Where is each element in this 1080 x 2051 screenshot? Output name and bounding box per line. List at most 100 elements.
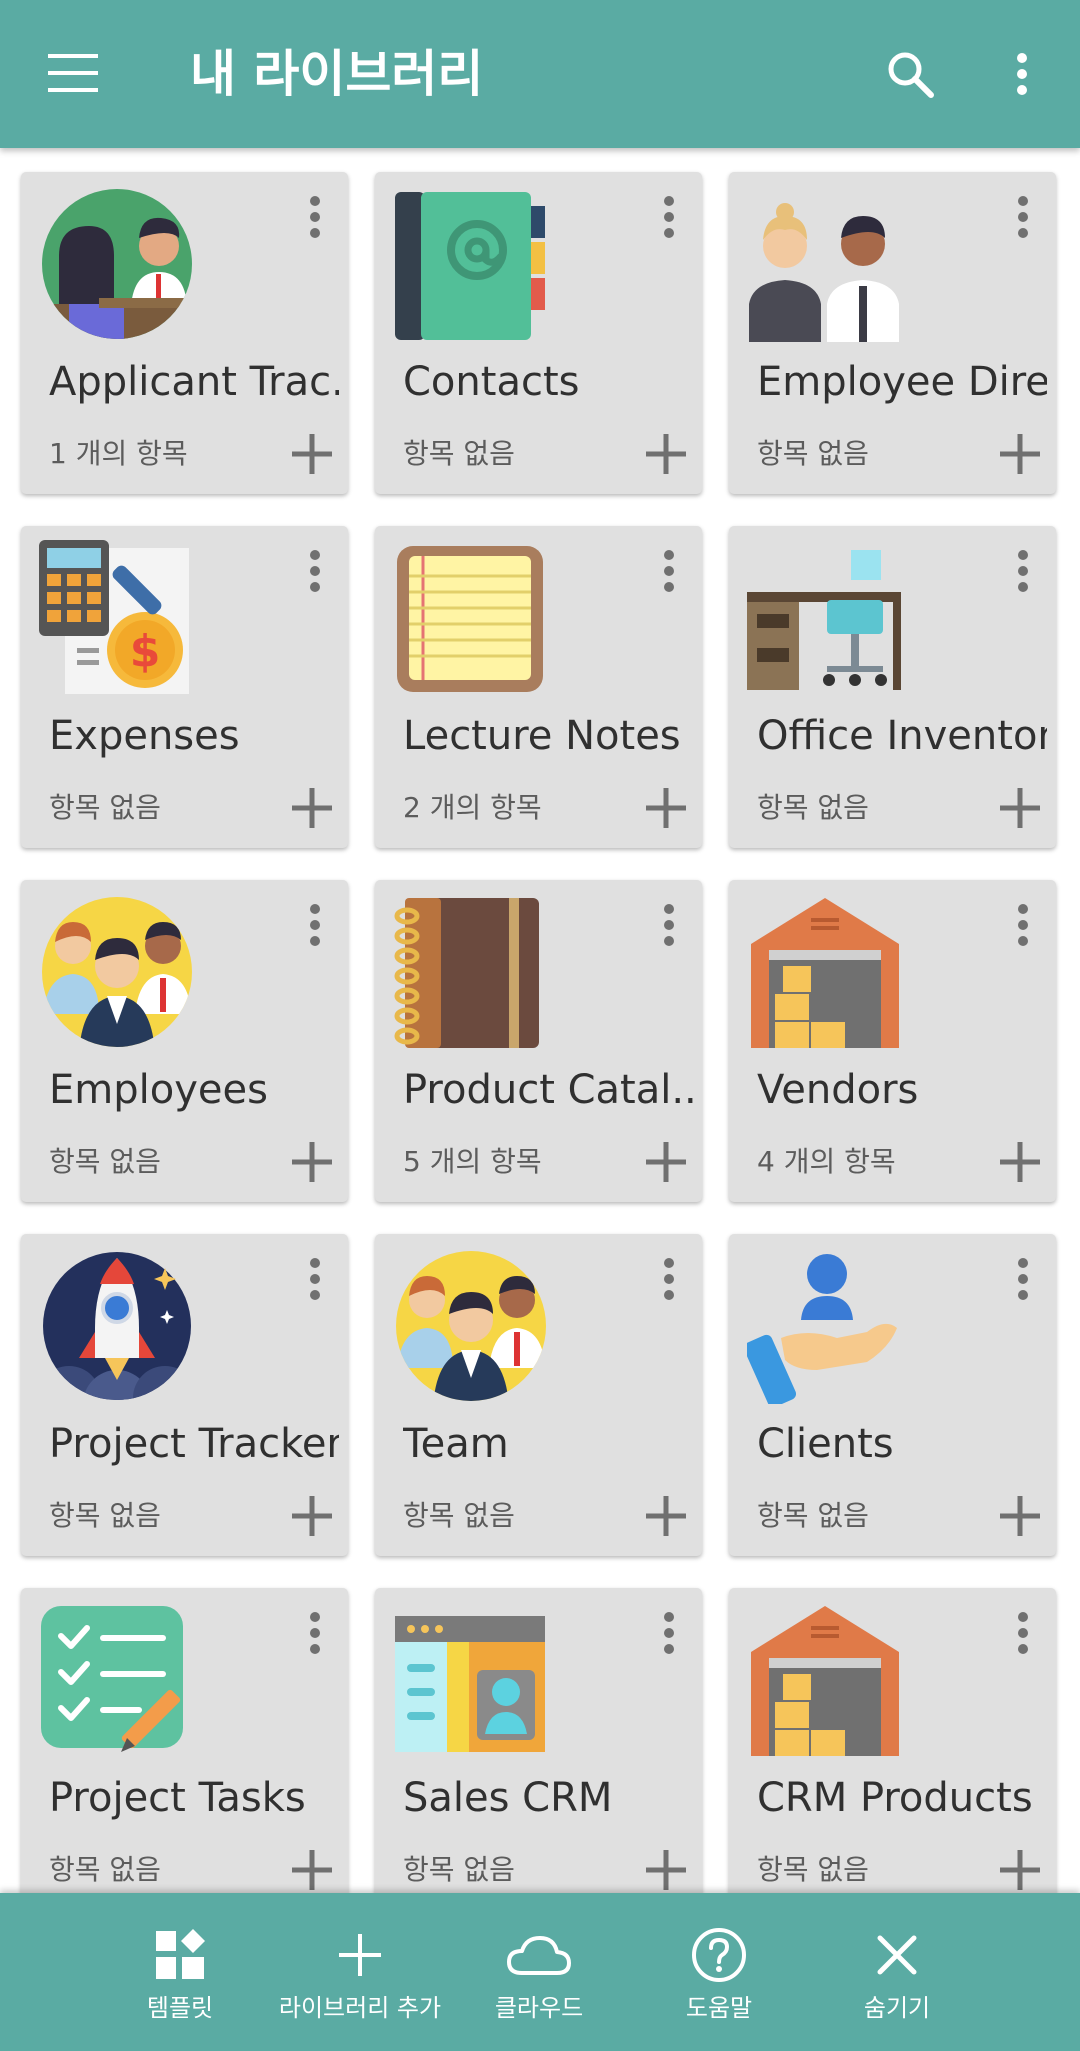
card-add-button[interactable]	[284, 780, 340, 836]
app-bar: 내 라이브러리	[0, 0, 1080, 148]
card-title: Expenses	[49, 713, 240, 759]
employees-pair-icon	[747, 186, 903, 342]
card-item-count: 항목 없음	[49, 791, 161, 824]
library-card[interactable]: Lecture Notes 2 개의 항목	[375, 526, 702, 848]
checklist-icon	[39, 1602, 195, 1758]
card-add-button[interactable]	[638, 1488, 694, 1544]
card-title: Lecture Notes	[403, 713, 681, 759]
add-library-label: 라이브러리 추가	[278, 1994, 442, 2022]
card-add-button[interactable]	[992, 1134, 1048, 1190]
library-card[interactable]: Clients 항목 없음	[729, 1234, 1056, 1556]
library-card[interactable]: Applicant Trac.. 1 개의 항목	[21, 172, 348, 494]
card-add-button[interactable]	[992, 780, 1048, 836]
more-vert-icon	[664, 196, 674, 238]
library-card[interactable]: $ Expenses 항목 없음	[21, 526, 348, 848]
card-menu-button[interactable]	[290, 540, 340, 602]
library-card[interactable]: Vendors 4 개의 항목	[729, 880, 1056, 1202]
library-card[interactable]: Employees 항목 없음	[21, 880, 348, 1202]
catalog-book-icon	[393, 894, 549, 1050]
card-menu-button[interactable]	[998, 894, 1048, 956]
card-menu-button[interactable]	[998, 1602, 1048, 1664]
more-options-button[interactable]	[990, 44, 1054, 104]
card-add-button[interactable]	[284, 1134, 340, 1190]
card-menu-button[interactable]	[644, 894, 694, 956]
card-menu-button[interactable]	[644, 1248, 694, 1310]
card-add-button[interactable]	[992, 1842, 1048, 1893]
card-add-button[interactable]	[638, 1842, 694, 1893]
card-item-count: 항목 없음	[403, 1499, 515, 1532]
library-card[interactable]: Product Catal.. 5 개의 항목	[375, 880, 702, 1202]
cloud-button[interactable]: 클라우드	[479, 1893, 599, 2051]
library-card[interactable]: Office Inventor.. 항목 없음	[729, 526, 1056, 848]
plus-icon	[646, 1850, 686, 1890]
plus-icon	[646, 434, 686, 474]
plus-icon	[1000, 1496, 1040, 1536]
card-title: Project Tracker	[49, 1421, 339, 1467]
menu-button[interactable]	[40, 42, 106, 104]
more-vert-icon	[310, 550, 320, 592]
card-menu-button[interactable]	[644, 186, 694, 248]
more-vert-icon	[1018, 1612, 1028, 1654]
library-card[interactable]: Contacts 항목 없음	[375, 172, 702, 494]
card-add-button[interactable]	[638, 426, 694, 482]
card-add-button[interactable]	[284, 426, 340, 482]
plus-icon	[292, 1142, 332, 1182]
card-menu-button[interactable]	[290, 894, 340, 956]
card-menu-button[interactable]	[644, 1602, 694, 1664]
client-hand-icon	[747, 1248, 903, 1404]
more-vert-icon	[310, 1612, 320, 1654]
plus-icon	[646, 1496, 686, 1536]
more-vert-icon	[664, 904, 674, 946]
plus-icon	[292, 788, 332, 828]
card-title: Office Inventor..	[757, 713, 1047, 759]
library-card[interactable]: Team 항목 없음	[375, 1234, 702, 1556]
card-menu-button[interactable]	[644, 540, 694, 602]
card-title: Product Catal..	[403, 1067, 693, 1113]
card-title: Employees	[49, 1067, 268, 1113]
more-vert-icon	[310, 1258, 320, 1300]
plus-icon	[646, 1142, 686, 1182]
search-button[interactable]	[880, 44, 940, 104]
library-card[interactable]: Sales CRM 항목 없음	[375, 1588, 702, 1893]
card-menu-button[interactable]	[290, 1602, 340, 1664]
card-title: Project Tasks	[49, 1775, 306, 1821]
plus-icon	[1000, 1850, 1040, 1890]
plus-icon	[1000, 434, 1040, 474]
card-add-button[interactable]	[638, 780, 694, 836]
card-item-count: 4 개의 항목	[757, 1145, 896, 1178]
plus-icon	[339, 1934, 381, 1976]
card-menu-button[interactable]	[290, 186, 340, 248]
card-add-button[interactable]	[284, 1842, 340, 1893]
library-card[interactable]: Employee Dire.. 항목 없음	[729, 172, 1056, 494]
card-item-count: 항목 없음	[757, 1499, 869, 1532]
warehouse-icon	[747, 1602, 903, 1758]
more-vert-icon	[664, 1612, 674, 1654]
card-add-button[interactable]	[284, 1488, 340, 1544]
card-add-button[interactable]	[638, 1134, 694, 1190]
card-menu-button[interactable]	[998, 1248, 1048, 1310]
add-library-button[interactable]: 라이브러리 추가	[265, 1893, 455, 2051]
card-item-count: 1 개의 항목	[49, 437, 188, 470]
library-grid: Applicant Trac.. 1 개의 항목 Contacts 항목 없음 …	[0, 148, 1080, 1893]
card-item-count: 항목 없음	[49, 1145, 161, 1178]
plus-icon	[1000, 1142, 1040, 1182]
library-card[interactable]: Project Tasks 항목 없음	[21, 1588, 348, 1893]
templates-button[interactable]: 템플릿	[120, 1893, 240, 2051]
hide-label: 숨기기	[863, 1994, 931, 2022]
more-vert-icon	[1018, 550, 1028, 592]
card-menu-button[interactable]	[998, 540, 1048, 602]
library-card[interactable]: CRM Products 항목 없음	[729, 1588, 1056, 1893]
card-add-button[interactable]	[992, 1488, 1048, 1544]
card-menu-button[interactable]	[998, 186, 1048, 248]
page-title: 내 라이브러리	[190, 45, 484, 103]
library-card[interactable]: Project Tracker 항목 없음	[21, 1234, 348, 1556]
more-vert-icon	[310, 904, 320, 946]
help-button[interactable]: 도움말	[659, 1893, 779, 2051]
card-add-button[interactable]	[992, 426, 1048, 482]
hide-button[interactable]: 숨기기	[837, 1893, 957, 2051]
card-title: Contacts	[403, 359, 580, 405]
more-vert-icon	[1018, 196, 1028, 238]
card-title: Clients	[757, 1421, 894, 1467]
card-menu-button[interactable]	[290, 1248, 340, 1310]
cloud-icon	[507, 1936, 571, 1975]
